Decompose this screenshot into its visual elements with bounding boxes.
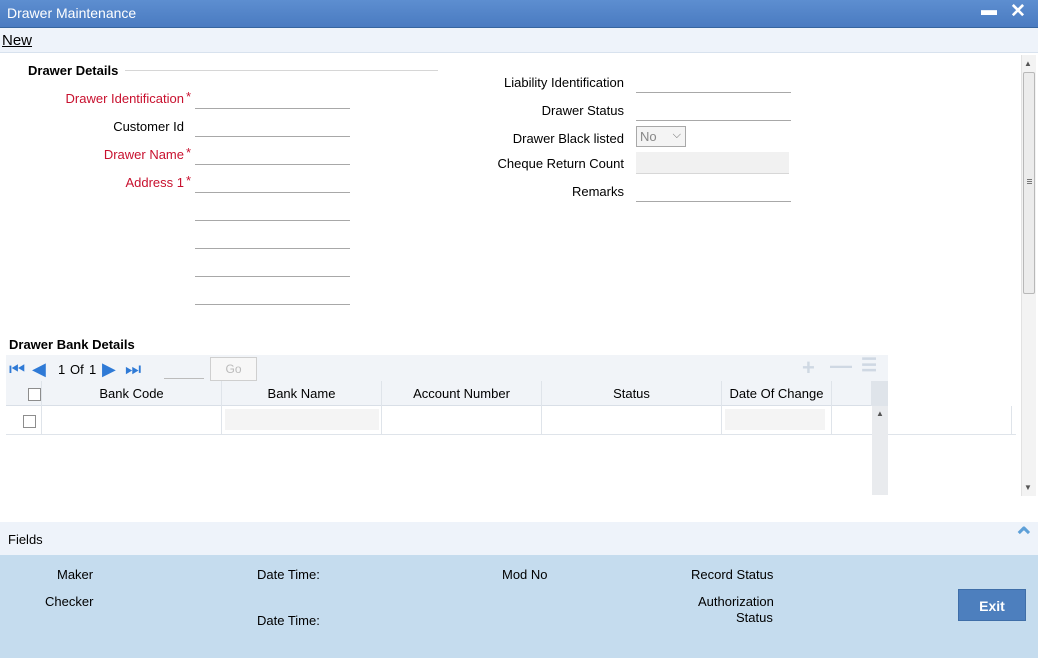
mod-no-label: Mod No <box>502 567 548 582</box>
column-divider <box>381 406 382 435</box>
column-divider <box>721 406 722 435</box>
column-header[interactable]: Status <box>542 381 722 406</box>
row-checkbox[interactable] <box>23 415 36 428</box>
remarks-input[interactable] <box>636 180 791 202</box>
grid-vertical-scrollbar[interactable]: ▲ <box>872 406 888 495</box>
column-divider <box>541 406 542 435</box>
scroll-down-icon[interactable]: ▼ <box>1024 483 1032 492</box>
new-button[interactable]: New <box>2 32 32 49</box>
customer-id-label: Customer Id <box>113 119 184 134</box>
column-divider <box>41 406 42 435</box>
column-header[interactable]: Date Of Change <box>722 381 832 406</box>
exit-button[interactable]: Exit <box>958 589 1026 621</box>
bank-code-input[interactable] <box>46 409 218 431</box>
page-number-input[interactable] <box>164 359 204 379</box>
column-divider <box>221 406 222 435</box>
bank-name-cell <box>225 409 379 430</box>
column-divider <box>1011 406 1012 435</box>
drawer-black-listed-label: Drawer Black listed <box>512 131 624 146</box>
maker-date-time-label: Date Time: <box>257 567 320 582</box>
grid-scroll-up-icon[interactable]: ▲ <box>876 409 884 418</box>
maker-label: Maker <box>57 567 94 582</box>
liability-identification-label: Liability Identification <box>504 75 624 90</box>
fields-bar: Fields ⌃ <box>0 522 1038 555</box>
scroll-up-icon[interactable]: ▲ <box>1024 59 1032 68</box>
checker-label: Checker <box>45 594 94 609</box>
drawer-identification-label: Drawer Identification <box>65 91 185 106</box>
prev-page-icon[interactable]: ◀ <box>32 360 46 378</box>
account-number-input[interactable] <box>386 409 538 431</box>
drawer-black-listed-select[interactable]: No ⌵ <box>636 126 686 147</box>
required-marker: * <box>186 173 192 188</box>
status-input[interactable] <box>546 409 718 431</box>
cheque-return-count-label: Cheque Return Count <box>497 156 624 171</box>
cheque-return-count-input <box>636 152 789 174</box>
drawer-name-label: Drawer Name <box>103 147 184 162</box>
chevron-down-icon: ⌵ <box>672 129 681 141</box>
drawer-name-input[interactable] <box>195 143 350 165</box>
address-2-input[interactable] <box>195 199 350 221</box>
authorization-status-label: Status <box>736 610 773 625</box>
table-row[interactable] <box>6 406 1016 435</box>
date-of-change-cell <box>725 409 825 430</box>
checker-date-time-label: Date Time: <box>257 613 320 628</box>
current-page: 1 <box>58 362 66 377</box>
drawer-details-title: Drawer Details <box>28 63 119 78</box>
window-title: Drawer Maintenance <box>7 5 137 21</box>
single-view-icon[interactable]: ☰ <box>861 355 877 376</box>
grid-scroll-corner <box>871 381 888 406</box>
drawer-bank-details-title: Drawer Bank Details <box>9 337 135 352</box>
liability-identification-input[interactable] <box>636 71 791 93</box>
column-header[interactable]: Bank Name <box>222 381 382 406</box>
authorization-label: Authorization <box>698 594 774 609</box>
column-header[interactable]: Account Number <box>382 381 542 406</box>
column-header[interactable]: Bank Code <box>42 381 222 406</box>
minimize-icon[interactable]: ▬ <box>981 2 997 20</box>
grid-pager: ⏮ ◀ 1 Of 1 ▶ ⏭ Go + — ☰ <box>6 353 888 382</box>
section-divider <box>125 70 438 71</box>
next-page-icon[interactable]: ▶ <box>102 360 116 378</box>
customer-id-input[interactable] <box>195 115 350 137</box>
record-status-label: Record Status <box>691 567 774 582</box>
go-button[interactable]: Go <box>210 357 257 381</box>
drawer-identification-input[interactable] <box>195 87 350 109</box>
address-4-input[interactable] <box>195 255 350 277</box>
delete-row-icon[interactable]: — <box>830 353 852 379</box>
toolbar: New <box>0 28 1038 53</box>
drawer-black-listed-value: No <box>640 129 657 144</box>
close-icon[interactable]: ✕ <box>1010 0 1026 23</box>
drawer-status-input[interactable] <box>636 99 791 121</box>
scrollbar-thumb[interactable] <box>1023 72 1035 294</box>
grid-header: Bank Code Bank Name Account Number Statu… <box>6 381 888 406</box>
page-of-label: Of <box>70 362 84 377</box>
required-marker: * <box>186 89 192 104</box>
remarks-label: Remarks <box>571 184 624 199</box>
title-bar: Drawer Maintenance ▬ ✕ <box>0 0 1038 28</box>
first-page-icon[interactable]: ⏮ <box>9 360 25 378</box>
fields-label[interactable]: Fields <box>8 532 43 547</box>
collapse-icon[interactable]: ⌃ <box>1013 522 1035 553</box>
add-row-icon[interactable]: + <box>802 355 815 381</box>
address-1-label: Address 1 <box>125 175 184 190</box>
select-all-cell <box>6 381 42 406</box>
address-1-input[interactable] <box>195 171 350 193</box>
last-page-icon[interactable]: ⏭ <box>125 360 141 378</box>
vertical-scrollbar[interactable]: ▲ ▼ <box>1021 55 1036 496</box>
address-3-input[interactable] <box>195 227 350 249</box>
required-marker: * <box>186 145 192 160</box>
column-divider <box>831 406 832 435</box>
drawer-status-label: Drawer Status <box>541 103 624 118</box>
total-pages: 1 <box>89 362 97 377</box>
select-all-checkbox[interactable] <box>28 388 41 401</box>
address-5-input[interactable] <box>195 283 350 305</box>
